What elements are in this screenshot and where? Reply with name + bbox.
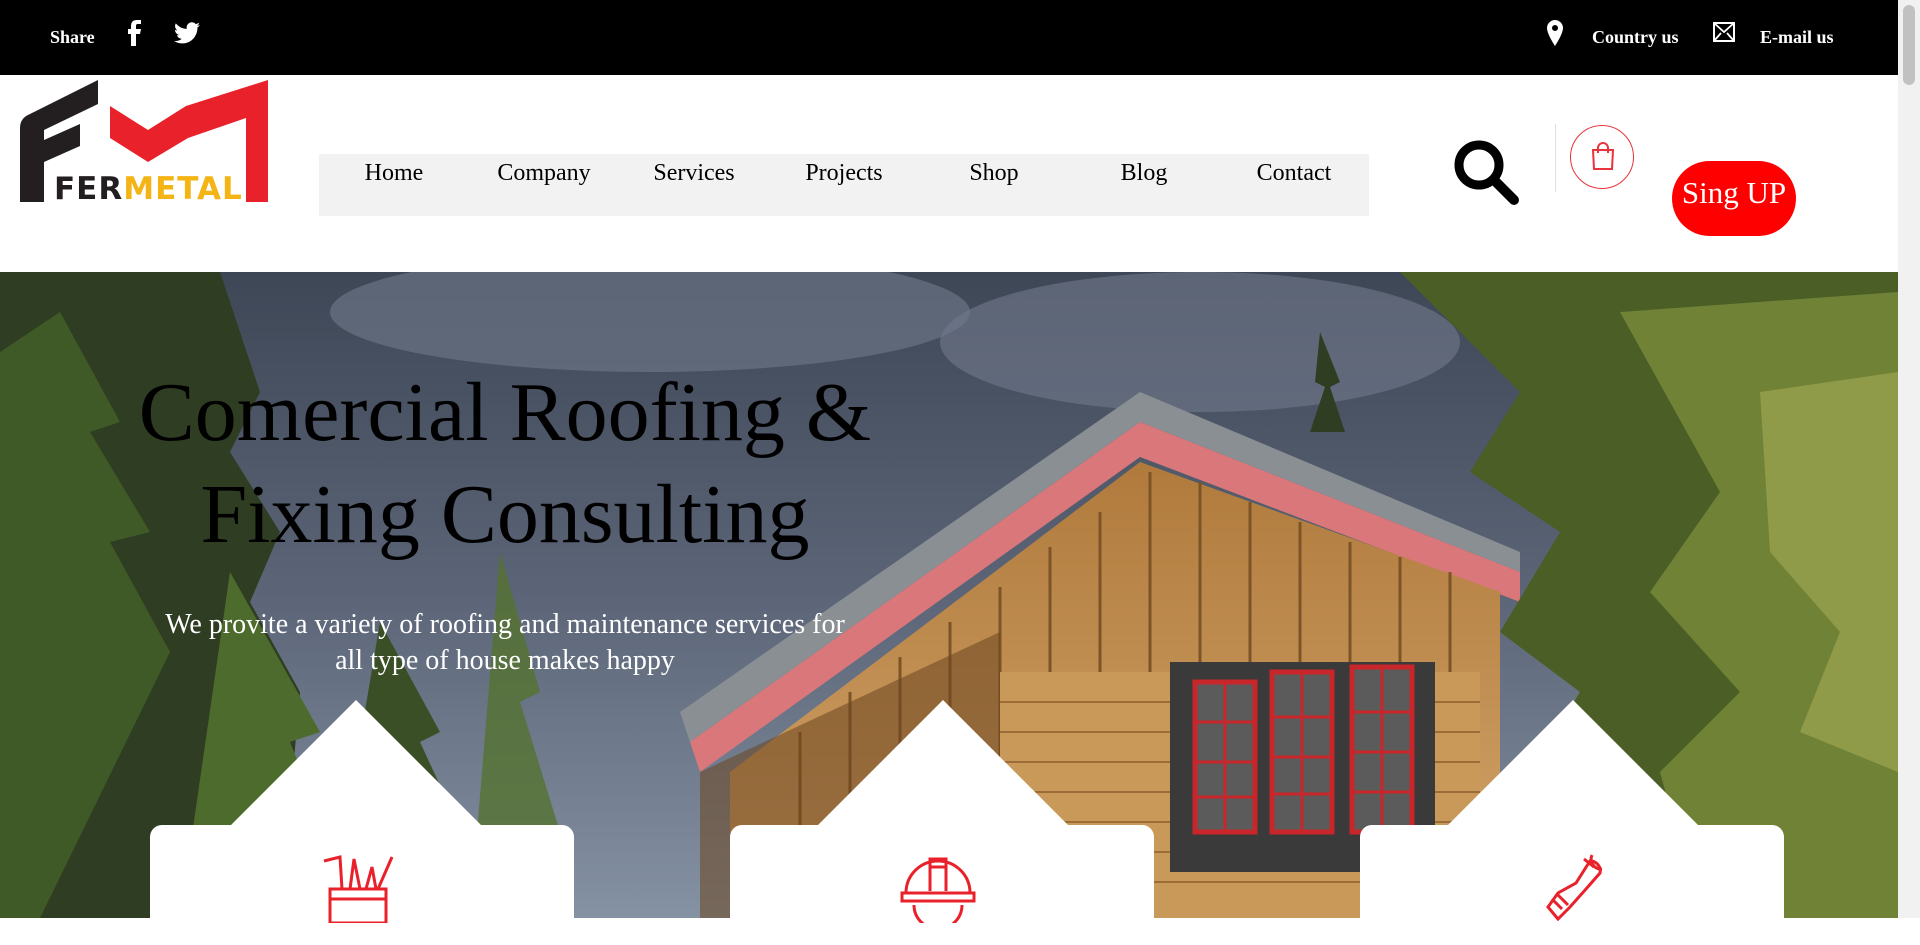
nav-contact[interactable]: Contact [1219, 160, 1369, 187]
nav-shop[interactable]: Shop [919, 160, 1069, 187]
location-pin-icon [1547, 20, 1563, 46]
nav-company[interactable]: Company [469, 160, 619, 187]
hero-title: Comercial Roofing & Fixing Consulting [105, 362, 905, 566]
header-divider [1555, 124, 1556, 192]
shopping-bag-icon [1591, 142, 1615, 170]
facebook-icon[interactable] [124, 20, 146, 46]
main-nav: Home Company Services Projects Shop Blog… [319, 154, 1369, 216]
share-label: Share [50, 27, 95, 47]
logo-metal: METAL [123, 171, 243, 207]
hero-subtitle: We provite a variety of roofing and main… [105, 607, 905, 679]
search-icon[interactable] [1452, 138, 1520, 206]
hard-hat-icon [900, 857, 976, 923]
hero-title-line-2: Fixing Consulting [200, 468, 810, 561]
mail-icon [1713, 22, 1735, 42]
service-card-1[interactable] [150, 825, 574, 945]
nav-blog[interactable]: Blog [1069, 160, 1219, 187]
cart-button[interactable] [1570, 125, 1634, 189]
hero-subtitle-line-2: all type of house makes happy [335, 645, 675, 676]
nav-home[interactable]: Home [319, 160, 469, 187]
scrollbar-thumb[interactable] [1903, 5, 1915, 85]
twitter-icon[interactable] [174, 22, 200, 44]
tools-cup-icon [323, 855, 394, 923]
country-link[interactable]: Country us [1592, 27, 1679, 48]
logo-fer: FER [54, 171, 124, 207]
nav-projects[interactable]: Projects [769, 160, 919, 187]
card-peak-3 [1447, 700, 1699, 826]
service-card-3[interactable] [1360, 825, 1784, 945]
card-peak-2 [817, 700, 1069, 826]
hero-title-line-1: Comercial Roofing & [138, 366, 872, 459]
email-link[interactable]: E-mail us [1760, 27, 1834, 48]
signup-button[interactable]: Sing UP [1672, 161, 1796, 236]
nav-services[interactable]: Services [619, 160, 769, 187]
wrench-hand-icon [1546, 854, 1603, 922]
top-bar: Share Country us E-mail us [0, 0, 1898, 75]
hero-subtitle-line-1: We provite a variety of roofing and main… [165, 609, 845, 640]
service-card-2[interactable] [730, 825, 1154, 945]
scrollbar[interactable] [1898, 0, 1920, 918]
card-peak-1 [230, 700, 482, 826]
logo-wordmark: FERMETAL [54, 171, 243, 207]
